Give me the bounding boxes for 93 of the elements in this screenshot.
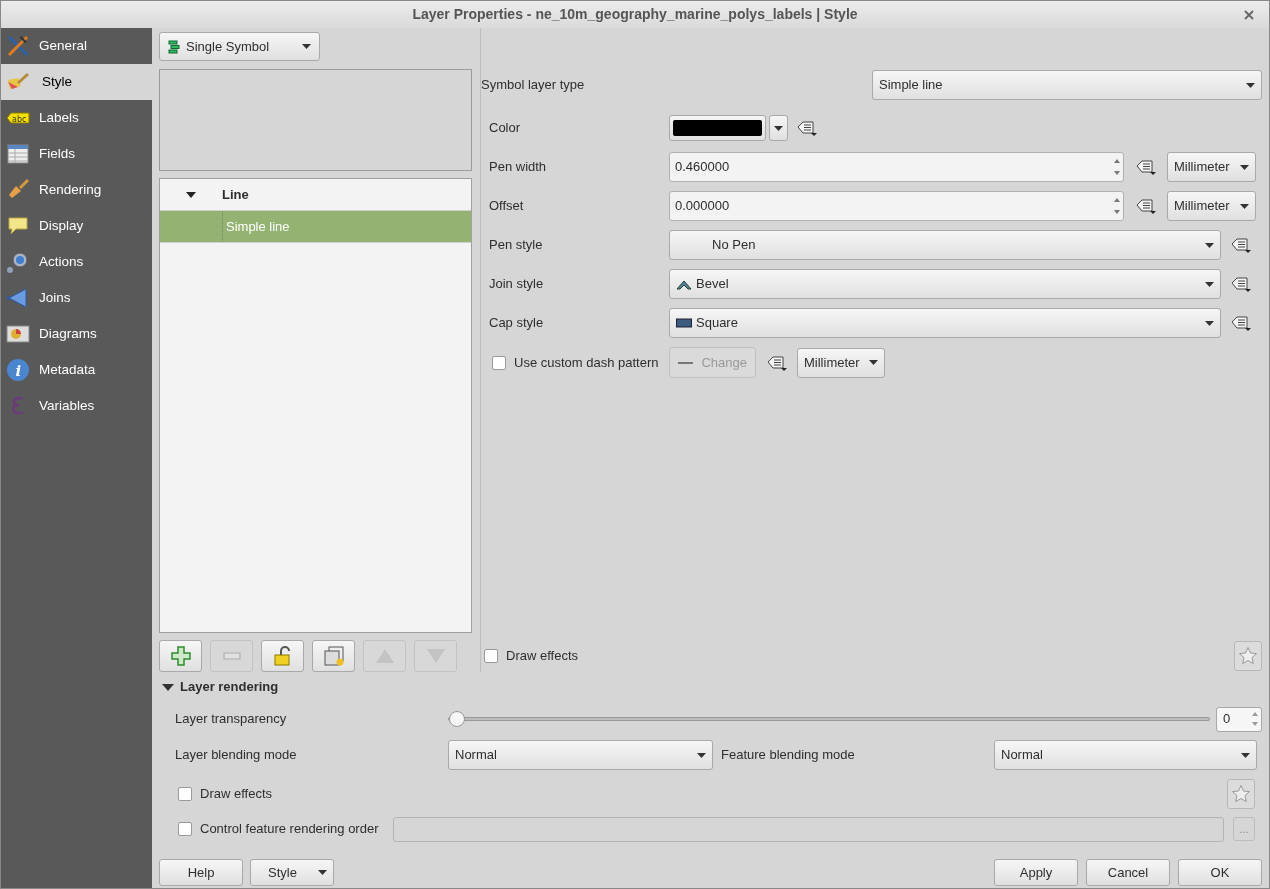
caret-icon bbox=[1240, 164, 1249, 170]
arrow-icon bbox=[6, 286, 30, 310]
field-label: Feature blending mode bbox=[721, 746, 856, 765]
star-icon bbox=[1231, 784, 1251, 804]
caret-icon bbox=[697, 752, 706, 758]
data-defined-icon[interactable] bbox=[1230, 274, 1252, 294]
single-symbol-icon bbox=[168, 39, 180, 54]
table-icon bbox=[6, 142, 30, 166]
dialog-button[interactable]: Apply bbox=[994, 859, 1078, 886]
dropdown[interactable]: Simple line bbox=[872, 70, 1262, 100]
chart-icon bbox=[6, 322, 30, 346]
field-label: Symbol layer type bbox=[481, 76, 585, 95]
section-title: Layer rendering bbox=[180, 678, 279, 697]
style-menu-button[interactable]: Style bbox=[250, 859, 334, 886]
tools-icon bbox=[6, 34, 30, 58]
checkbox[interactable] bbox=[178, 822, 192, 836]
spin-box[interactable]: 0.000000 bbox=[669, 191, 1124, 221]
dialog-button[interactable]: Cancel bbox=[1086, 859, 1170, 886]
checkbox[interactable] bbox=[484, 649, 498, 663]
checkbox[interactable] bbox=[178, 787, 192, 801]
data-defined-icon[interactable] bbox=[1230, 313, 1252, 333]
caret-icon bbox=[1205, 320, 1214, 326]
checkbox-label: Control feature rendering order bbox=[200, 820, 379, 839]
caret-icon bbox=[869, 360, 878, 365]
toolbar-button[interactable] bbox=[159, 640, 202, 672]
renderer-dropdown[interactable]: Single Symbol bbox=[159, 32, 320, 61]
checkbox-label: Draw effects bbox=[200, 785, 272, 804]
expand-arrow-icon bbox=[186, 191, 196, 198]
sidebar-item[interactable]: Display bbox=[1, 208, 152, 244]
color-menu-button[interactable] bbox=[769, 115, 788, 141]
caret-icon bbox=[318, 870, 327, 875]
field-label: Layer transparency bbox=[175, 710, 288, 729]
dropdown[interactable]: Normal bbox=[994, 740, 1257, 770]
dialog-button[interactable]: OK bbox=[1178, 859, 1262, 886]
caret-icon bbox=[1246, 82, 1255, 88]
toolbar-button[interactable] bbox=[261, 640, 304, 672]
sidebar-item[interactable]: Joins bbox=[1, 280, 152, 316]
close-icon[interactable] bbox=[1244, 9, 1254, 20]
caret-icon bbox=[1241, 752, 1250, 758]
checkbox[interactable] bbox=[492, 355, 506, 370]
checkbox-label: Use custom dash pattern bbox=[514, 353, 659, 372]
info-icon: i bbox=[6, 358, 30, 382]
window-title: Layer Properties - ne_10m_geography_marine_polys_labels | Style bbox=[411, 5, 859, 24]
field-label: Join style bbox=[489, 275, 545, 294]
unit-dropdown[interactable]: Millimeter bbox=[1167, 191, 1256, 221]
caret-icon bbox=[1240, 203, 1249, 209]
field-label: Offset bbox=[489, 197, 525, 216]
collapse-arrow-icon[interactable] bbox=[162, 683, 174, 691]
spin-box[interactable]: 0.460000 bbox=[669, 152, 1124, 182]
dropdown[interactable]: No Pen bbox=[669, 230, 1221, 260]
spin-box[interactable]: 0 bbox=[1216, 706, 1262, 732]
sidebar-item[interactable]: Actions bbox=[1, 244, 152, 280]
square-cap-icon bbox=[676, 318, 692, 328]
caret-icon bbox=[1205, 242, 1214, 248]
field-label: Pen width bbox=[489, 158, 548, 177]
line-icon bbox=[678, 361, 694, 364]
toolbar-button[interactable] bbox=[312, 640, 355, 672]
help-button[interactable]: Help bbox=[159, 859, 243, 886]
data-defined-icon[interactable] bbox=[1135, 196, 1157, 216]
sidebar-item[interactable]: Variables bbox=[1, 388, 152, 424]
sidebar-item[interactable]: i Metadata bbox=[1, 352, 152, 388]
dropdown[interactable]: Bevel bbox=[669, 269, 1221, 299]
duplicate-icon bbox=[322, 645, 345, 667]
field-label: Color bbox=[489, 119, 522, 138]
checkbox-label: Draw effects bbox=[506, 647, 578, 666]
bevel-join-icon bbox=[676, 278, 692, 290]
sidebar-item[interactable]: Fields bbox=[1, 136, 152, 172]
sidebar-item[interactable]: Style bbox=[1, 64, 152, 100]
spin-arrows-icon bbox=[1251, 710, 1259, 728]
data-defined-icon[interactable] bbox=[1230, 235, 1252, 255]
caret-icon bbox=[302, 44, 311, 49]
slider-thumb[interactable] bbox=[449, 711, 465, 727]
caret-icon bbox=[1205, 281, 1214, 287]
plus-icon bbox=[169, 645, 192, 667]
field-label: Layer blending mode bbox=[175, 746, 298, 765]
sidebar-item[interactable]: Rendering bbox=[1, 172, 152, 208]
dropdown[interactable]: Normal bbox=[448, 740, 713, 770]
sidebar-item[interactable]: General bbox=[1, 28, 152, 64]
star-button[interactable] bbox=[1234, 641, 1262, 671]
dropdown[interactable]: Square bbox=[669, 308, 1221, 338]
sidebar-item[interactable]: Diagrams bbox=[1, 316, 152, 352]
input-field[interactable] bbox=[393, 816, 1224, 842]
data-defined-icon[interactable] bbox=[1135, 157, 1157, 177]
unit-dropdown[interactable]: Millimeter bbox=[797, 347, 885, 378]
star-icon bbox=[1238, 646, 1258, 666]
unit-dropdown[interactable]: Millimeter bbox=[1167, 152, 1256, 182]
color-button[interactable] bbox=[669, 115, 766, 141]
field-label: Cap style bbox=[489, 314, 545, 333]
sidebar-item[interactable]: abc Labels bbox=[1, 100, 152, 136]
field-label: Pen style bbox=[489, 236, 544, 255]
data-defined-icon[interactable] bbox=[796, 118, 818, 138]
star-button[interactable] bbox=[1227, 779, 1255, 809]
caret-icon bbox=[774, 125, 783, 131]
